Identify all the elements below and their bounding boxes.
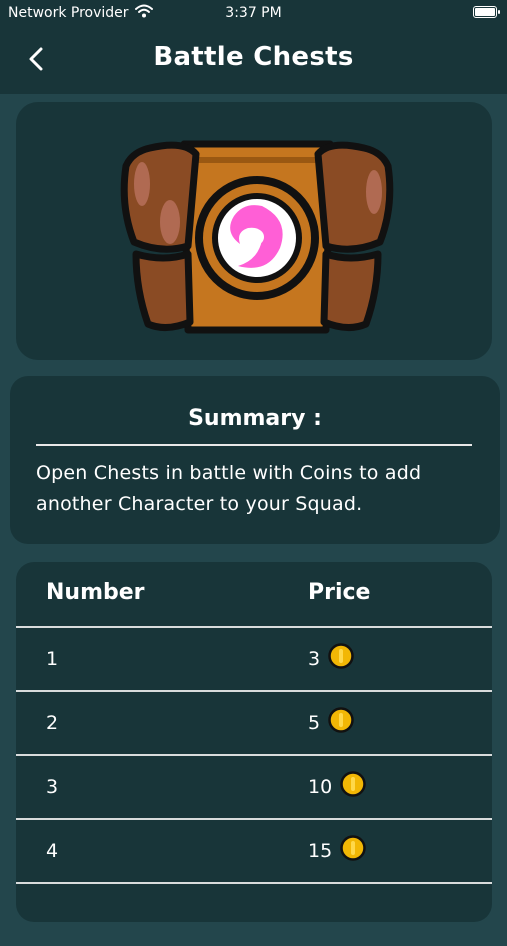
table-row[interactable]: 1 3 <box>16 626 492 690</box>
table-row[interactable] <box>16 882 492 946</box>
divider <box>36 444 472 446</box>
row-number: 1 <box>46 648 59 670</box>
price-column-header: Price <box>308 580 371 605</box>
page-title: Battle Chests <box>153 42 354 72</box>
summary-text: Open Chests in battle with Coins to add … <box>36 458 476 520</box>
coin-icon <box>328 643 354 669</box>
row-price: 5 <box>308 712 321 734</box>
clock: 3:37 PM <box>225 5 282 21</box>
table-row[interactable]: 2 5 <box>16 690 492 754</box>
summary-line: Open Chests in battle with Coins to add <box>36 462 422 484</box>
row-number: 3 <box>46 776 59 798</box>
summary-heading: Summary : <box>188 406 322 431</box>
coin-icon <box>340 771 366 797</box>
treasure-chest-icon <box>120 140 394 334</box>
coin-icon <box>340 835 366 861</box>
row-price: 3 <box>308 648 321 670</box>
status-bar: Network Provider 3:37 PM <box>0 0 507 28</box>
row-number: 4 <box>46 840 59 862</box>
number-column-header: Number <box>46 580 145 605</box>
nav-bar: Battle Chests <box>0 28 507 94</box>
hero-card <box>16 102 492 360</box>
battery-icon <box>473 6 500 18</box>
coin-icon <box>328 707 354 733</box>
price-table: Number Price 1 3 2 5 3 10 4 15 <box>16 562 492 922</box>
summary-line: another Character to your Squad. <box>36 493 363 515</box>
table-header: Number Price <box>16 562 492 626</box>
row-number: 2 <box>46 712 59 734</box>
summary-card: Summary : Open Chests in battle with Coi… <box>10 376 500 544</box>
table-row[interactable]: 3 10 <box>16 754 492 818</box>
table-row[interactable]: 4 15 <box>16 818 492 882</box>
row-price: 10 <box>308 776 333 798</box>
row-price: 15 <box>308 840 333 862</box>
